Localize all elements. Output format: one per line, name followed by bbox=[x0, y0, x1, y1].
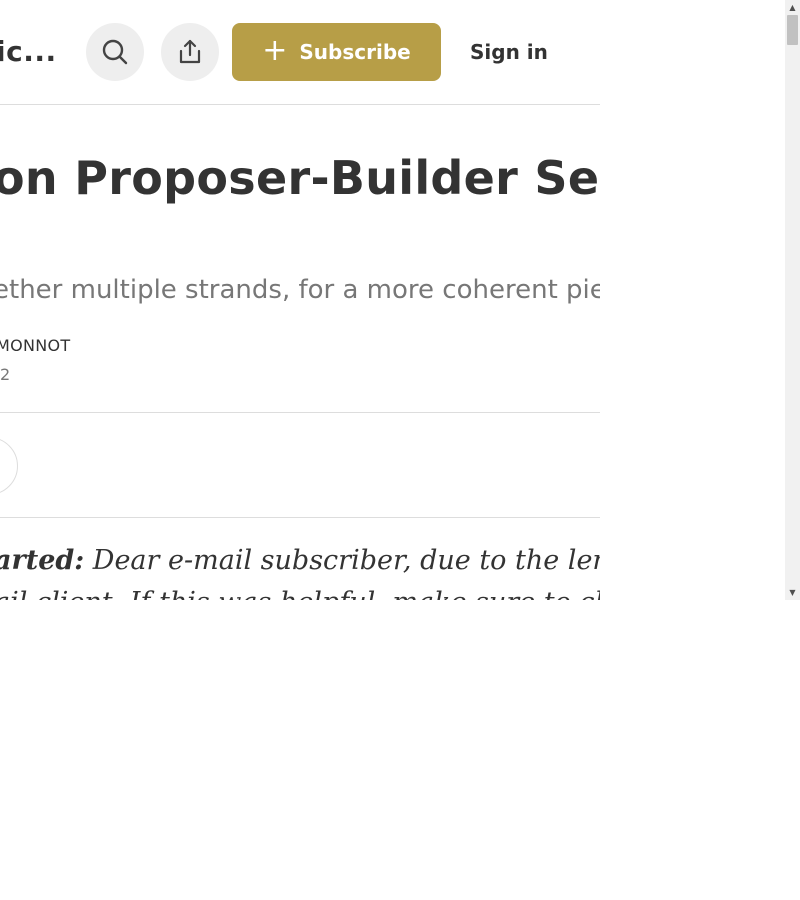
subscribe-label: Subscribe bbox=[299, 40, 411, 64]
article-page: ic... + Subscribe Sign in on Proposer-Bu… bbox=[0, 0, 600, 600]
post-subtitle: ether multiple strands, for a more coher… bbox=[0, 275, 600, 305]
scroll-down-arrow-icon[interactable]: ▼ bbox=[785, 585, 800, 600]
scroll-up-arrow-icon[interactable]: ▲ bbox=[785, 0, 800, 15]
post-date: 2 bbox=[0, 365, 11, 384]
search-icon bbox=[101, 38, 129, 66]
share-button[interactable] bbox=[161, 23, 219, 81]
actions-divider bbox=[0, 517, 600, 518]
share-icon bbox=[176, 38, 204, 66]
like-button[interactable] bbox=[0, 437, 18, 495]
body-line-1: Dear e-mail subscriber, due to the lengt… bbox=[92, 545, 600, 576]
browser-viewport: ic... + Subscribe Sign in on Proposer-Bu… bbox=[0, 0, 800, 600]
body-line-2: ail client. If this was helpful, make su… bbox=[0, 582, 600, 600]
author-name[interactable]: MONNOT bbox=[0, 336, 71, 356]
search-button[interactable] bbox=[86, 23, 144, 81]
body-lead: arted: bbox=[0, 545, 85, 576]
sign-in-link[interactable]: Sign in bbox=[470, 38, 548, 66]
site-name[interactable]: ic... bbox=[0, 34, 57, 70]
meta-divider bbox=[0, 412, 600, 413]
header-divider bbox=[0, 104, 600, 105]
vertical-scrollbar[interactable]: ▲ ▼ bbox=[785, 0, 800, 600]
post-title: on Proposer-Builder Sep bbox=[0, 151, 600, 205]
scroll-thumb[interactable] bbox=[787, 15, 798, 45]
subscribe-button[interactable]: + Subscribe bbox=[232, 23, 441, 81]
plus-icon: + bbox=[262, 32, 288, 68]
body-paragraph: arted: Dear e-mail subscriber, due to th… bbox=[0, 540, 600, 582]
